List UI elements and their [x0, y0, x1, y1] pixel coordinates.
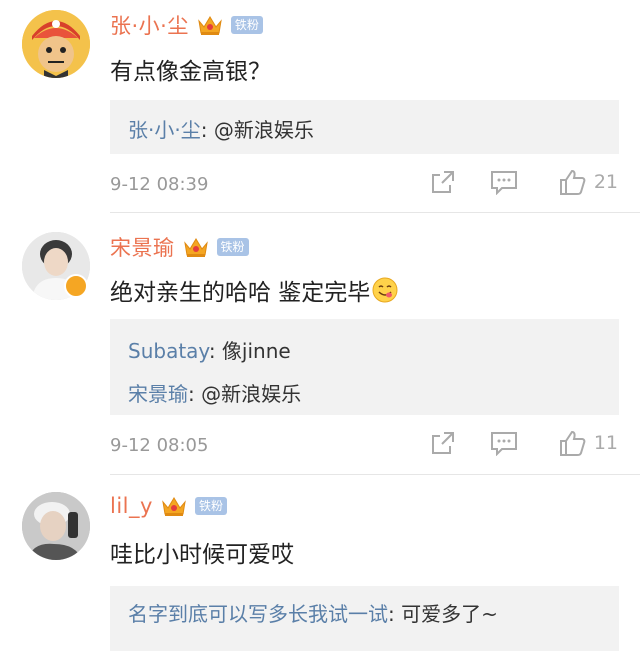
reply-line: 张·小·尘: @新浪娱乐: [110, 100, 619, 143]
action-bar: 11: [396, 429, 618, 457]
comment-button[interactable]: [490, 169, 518, 195]
reply-text: : @新浪娱乐: [200, 118, 314, 142]
reply-line: 宋景瑜: @新浪娱乐: [110, 364, 619, 407]
comment-text-row: 绝对亲生的哈哈 鉴定完毕: [110, 273, 398, 307]
reply-username[interactable]: 宋景瑜: [128, 382, 188, 406]
reply-line: 名字到底可以写多长我试一试: 可爱多了~: [110, 586, 619, 627]
crown-icon: [162, 497, 186, 516]
reply-text: : 可爱多了~: [388, 602, 498, 626]
reply-text: : @新浪娱乐: [188, 382, 302, 406]
like-count: 11: [593, 432, 618, 454]
reply-username[interactable]: 名字到底可以写多长我试一试: [128, 602, 388, 626]
share-button[interactable]: [430, 430, 456, 456]
comment-button[interactable]: [490, 430, 518, 456]
reply-line: Subatay: 像jinne: [110, 319, 619, 364]
avatar[interactable]: [22, 492, 90, 560]
reply-box[interactable]: 张·小·尘: @新浪娱乐: [110, 100, 619, 154]
name-row: lil_y 铁粉: [110, 494, 227, 518]
comment-text: 绝对亲生的哈哈 鉴定完毕: [110, 280, 371, 306]
crown-icon: [198, 16, 222, 35]
like-button[interactable]: 11: [558, 429, 618, 457]
comment-icon: [490, 171, 517, 195]
like-count: 21: [593, 171, 618, 193]
reply-box[interactable]: 名字到底可以写多长我试一试: 可爱多了~: [110, 586, 619, 651]
divider: [110, 474, 640, 475]
fan-badge: 铁粉: [216, 238, 249, 256]
name-row: 宋景瑜 铁粉: [110, 232, 249, 262]
username[interactable]: 宋景瑜: [110, 232, 175, 262]
reply-box[interactable]: Subatay: 像jinne 宋景瑜: @新浪娱乐: [110, 319, 619, 415]
fan-badge: 铁粉: [194, 497, 227, 515]
share-button[interactable]: [430, 169, 456, 195]
comment-text: 哇比小时候可爱哎: [110, 542, 294, 568]
name-row: 张·小·尘 铁粉: [110, 10, 263, 40]
username[interactable]: lil_y: [110, 494, 153, 518]
crown-icon: [183, 238, 208, 257]
verified-badge: [64, 274, 88, 298]
divider: [110, 212, 640, 213]
thumbs-up-icon: [559, 169, 586, 195]
reply-username[interactable]: 张·小·尘: [128, 118, 201, 142]
username[interactable]: 张·小·尘: [110, 10, 189, 40]
fan-badge: 铁粉: [230, 16, 263, 34]
share-icon: [431, 171, 454, 193]
timestamp: 9-12 08:05: [110, 435, 209, 456]
like-button[interactable]: 21: [558, 168, 618, 196]
reply-text: : 像jinne: [208, 339, 291, 363]
avatar[interactable]: [22, 10, 90, 78]
comment-icon: [490, 432, 517, 456]
timestamp: 9-12 08:39: [110, 174, 209, 195]
action-bar: 21: [396, 168, 618, 196]
thumbs-up-icon: [559, 430, 586, 456]
yum-face-emoji: [372, 277, 398, 303]
reply-username[interactable]: Subatay: [128, 339, 209, 363]
share-icon: [431, 432, 454, 454]
comment-text: 有点像金高银？: [110, 59, 271, 85]
